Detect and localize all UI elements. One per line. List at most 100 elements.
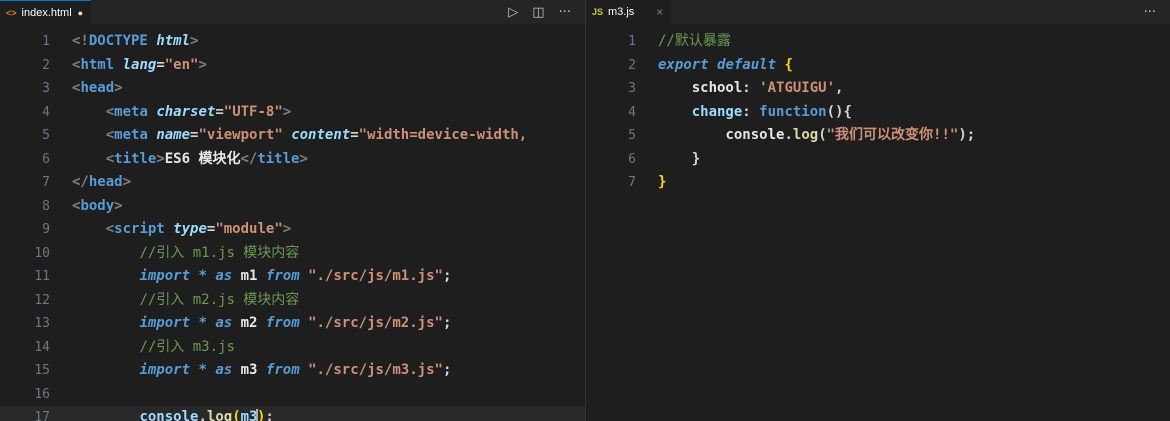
code-token: "width=device-width, [358, 127, 528, 143]
line-number: 13 [34, 316, 50, 331]
code-line[interactable]: 3 school: 'ATGUIGU', [586, 77, 1170, 101]
split-editor-icon[interactable]: ◫ [532, 5, 544, 20]
line-number: 2 [628, 57, 636, 73]
code-line[interactable]: 12 //引入 m2.js 模块内容 [0, 289, 585, 313]
code-area[interactable]: 1//默认暴露 2 export default {3 school: 'ATGUI… [586, 30, 1170, 195]
line-number: 7 [628, 175, 636, 190]
code-token: //引入 m3.js [139, 338, 235, 355]
code-line[interactable]: 3 <head> [0, 77, 585, 101]
line-text: //引入 m1.js 模块内容 [72, 242, 299, 266]
code-line[interactable]: 5 <meta name="viewport" content="width=d… [0, 124, 585, 148]
code-line[interactable]: 4 change: function(){ [586, 101, 1170, 125]
code-token: "./src/js/m3.js" [308, 362, 443, 378]
line-text: <script type="module"> [72, 218, 291, 242]
code-line[interactable]: 11 import * as m1 from "./src/js/m1.js"; [0, 265, 585, 289]
editor-pane-right[interactable]: JS m3.js × ··· 1//默认暴露 2 export default {3… [586, 0, 1170, 421]
code-token: (){ [826, 103, 852, 120]
line-number: 17 [34, 410, 50, 421]
html-file-icon: <> [6, 7, 17, 18]
line-number: 9 [42, 222, 50, 237]
code-line[interactable]: 17 console.log(m3); [0, 406, 585, 421]
line-text: //引入 m3.js [72, 336, 235, 360]
code-line[interactable]: 6 } [586, 148, 1170, 172]
more-actions-icon[interactable]: ··· [1144, 5, 1156, 20]
code-token: : [742, 80, 760, 96]
code-line[interactable]: 8 <body> [0, 195, 585, 219]
tab-bar: JS m3.js × ··· [586, 0, 1170, 24]
line-text: <title>ES6 模块化</title> [72, 148, 308, 172]
more-actions-icon[interactable]: ··· [559, 5, 571, 20]
code-token: m1 [240, 268, 258, 284]
code-line[interactable]: 5 console.log("我们可以改变你!!"); [586, 124, 1170, 148]
tab-m3-js[interactable]: JS m3.js × [586, 0, 672, 24]
code-token: import [139, 362, 191, 378]
code-token: < [105, 127, 115, 143]
code-token: , [835, 80, 844, 96]
code-token: ; [442, 315, 452, 331]
code-token: "我们可以改变你!!" [826, 127, 959, 143]
run-icon[interactable]: ▷ [508, 5, 518, 20]
line-text: <html lang="en"> [72, 54, 207, 78]
unsaved-dot-icon[interactable]: ● [78, 8, 83, 18]
line-text: <meta charset="UTF-8"> [72, 101, 292, 125]
line-text: export default { [658, 54, 793, 78]
line-number: 4 [42, 104, 50, 120]
tab-index-html[interactable]: <> index.html ● [0, 0, 92, 24]
close-icon[interactable]: × [656, 5, 663, 19]
code-token: "module" [215, 221, 283, 237]
code-token: ; [442, 362, 452, 378]
code-token: function [759, 103, 827, 120]
code-line[interactable]: 9 <script type="module"> [0, 218, 585, 242]
code-token: head [80, 80, 115, 96]
line-text: <body> [72, 195, 123, 219]
code-token: head [88, 174, 123, 190]
code-token: < [105, 103, 115, 120]
code-token: html [80, 56, 115, 73]
code-line[interactable]: 2 export default { [586, 54, 1170, 78]
code-line[interactable]: 4 <meta charset="UTF-8"> [0, 101, 585, 125]
code-line[interactable]: 15 import * as m3 from "./src/js/m3.js"; [0, 359, 585, 383]
code-token: > [114, 80, 123, 96]
code-token: from [265, 315, 300, 331]
code-token: import [139, 268, 191, 284]
code-line[interactable]: 13 import * as m2 from "./src/js/m2.js"; [0, 312, 585, 336]
line-number: 5 [628, 128, 636, 143]
code-token: * [198, 268, 207, 284]
editor-pane-left[interactable]: <> index.html ● ▷ ◫ ··· 1 <!DOCTYPE html>… [0, 0, 586, 421]
line-number: 4 [628, 104, 636, 120]
line-text: } [658, 171, 666, 195]
line-text: import * as m1 from "./src/js/m1.js"; [72, 265, 451, 289]
code-line[interactable]: 1 <!DOCTYPE html> [0, 30, 585, 54]
code-line[interactable]: 14 //引入 m3.js [0, 336, 585, 360]
code-token: body [80, 197, 115, 214]
code-line[interactable]: 1 //默认暴露 [586, 30, 1170, 54]
code-token: * [198, 362, 207, 378]
code-token: from [265, 268, 300, 284]
code-token: lang [122, 56, 157, 73]
code-line[interactable]: 2 <html lang="en"> [0, 54, 585, 78]
code-token: console [725, 127, 785, 143]
code-line[interactable]: 6 <title>ES6 模块化</title> [0, 148, 585, 172]
code-token: //默认暴露 [658, 33, 731, 49]
code-token: "UTF-8" [223, 103, 283, 120]
code-area[interactable]: 1 <!DOCTYPE html> 2 <html lang="en"> 3 <head>… [0, 30, 585, 421]
code-line[interactable]: 7} [586, 171, 1170, 195]
code-token: ; [265, 409, 274, 421]
code-line[interactable]: 10 //引入 m1.js 模块内容 [0, 242, 585, 266]
code-token: "./src/js/m2.js" [308, 315, 443, 331]
code-line[interactable]: 7 </head> [0, 171, 585, 195]
code-token: log [792, 127, 819, 143]
line-text: change: function(){ [658, 101, 852, 125]
line-number: 3 [628, 81, 636, 96]
code-line[interactable]: 16 [0, 383, 585, 407]
